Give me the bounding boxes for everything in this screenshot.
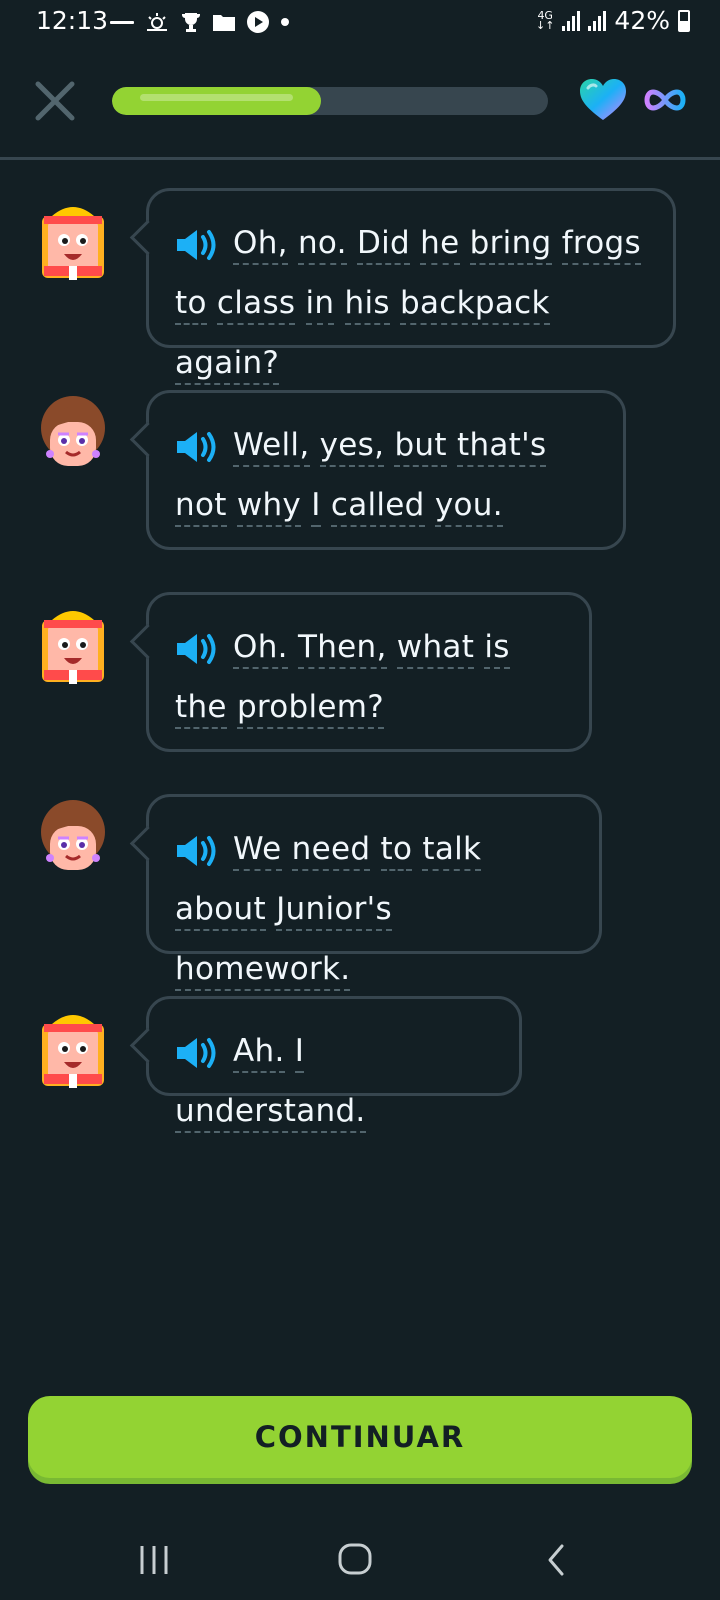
dialogue-word[interactable]: that's	[456, 427, 547, 467]
dialogue-word[interactable]: homework.	[175, 951, 351, 991]
dialogue-word[interactable]: not	[175, 487, 227, 527]
back-icon[interactable]	[538, 1540, 578, 1580]
bubble-text: We need to talk about Junior's homework.	[175, 819, 573, 999]
bubble-text: Oh. Then, what is the problem?	[175, 617, 563, 737]
dialogue-word[interactable]: the	[175, 689, 227, 729]
dialogue-word[interactable]: Oh.	[233, 629, 288, 669]
character-bea-avatar	[38, 394, 108, 474]
status-bar: 12:13 4G ↓↑ 42%	[0, 0, 720, 48]
progress-fill	[112, 87, 322, 115]
speaker-icon[interactable]	[175, 829, 219, 866]
speaker-icon[interactable]	[175, 223, 219, 260]
dialogue-word[interactable]: backpack	[400, 285, 550, 325]
speaker-icon[interactable]	[175, 425, 219, 462]
dialogue-word[interactable]: problem?	[236, 689, 385, 729]
recent-apps-icon[interactable]	[134, 1540, 174, 1580]
character-lin-avatar	[38, 1010, 108, 1090]
notification-app-icon	[110, 21, 134, 24]
dialogue-word[interactable]: frogs	[561, 225, 641, 265]
dialogue-word[interactable]: understand.	[175, 1093, 366, 1133]
bubble-text: Ah. I understand.	[175, 1021, 493, 1141]
character-bea-avatar	[38, 798, 108, 878]
dialogue-word[interactable]: again?	[175, 345, 280, 385]
dialogue-word[interactable]: what	[396, 629, 475, 669]
lesson-header	[0, 56, 720, 156]
dialogue-word[interactable]: Then,	[297, 629, 387, 669]
progress-shine	[140, 94, 294, 101]
dialogue-word[interactable]: no.	[297, 225, 347, 265]
heart-icon[interactable]	[578, 78, 628, 122]
dialogue-word[interactable]: Junior's	[276, 891, 392, 931]
dialogue-word[interactable]: Ah.	[233, 1033, 285, 1073]
character-lin-avatar	[38, 202, 108, 282]
speech-bubble: Ah. I understand.	[146, 996, 522, 1133]
dot-icon	[281, 18, 289, 26]
dialogue-word[interactable]: bring	[469, 225, 552, 265]
dialogue-word[interactable]: Did	[356, 225, 411, 265]
infinity-icon	[644, 89, 686, 111]
home-icon[interactable]	[336, 1540, 376, 1580]
speech-bubble: We need to talk about Junior's homework.	[146, 794, 602, 991]
speaker-icon[interactable]	[175, 1031, 219, 1068]
dialogue-word[interactable]: he	[420, 225, 460, 265]
character-lin-avatar	[38, 606, 108, 686]
play-icon	[247, 11, 269, 33]
folder-icon	[213, 15, 235, 31]
bubble-text: Oh, no. Did he bring frogs to class in h…	[175, 213, 647, 393]
dialogue-word[interactable]: about	[175, 891, 266, 931]
close-icon[interactable]	[30, 76, 80, 126]
header-divider	[0, 157, 720, 160]
trophy-icon	[182, 13, 200, 32]
dialogue-word[interactable]: you.	[434, 487, 503, 527]
notification-icons	[110, 10, 290, 34]
dialogue-word[interactable]: Well,	[233, 427, 310, 467]
dialogue-word[interactable]: to	[175, 285, 207, 325]
speech-bubble: Well, yes, but that's not why I called y…	[146, 390, 626, 550]
dialogue-word[interactable]: yes,	[319, 427, 385, 467]
battery-percent: 42%	[614, 6, 670, 35]
progress-bar	[112, 87, 548, 115]
dialogue-word[interactable]: class	[216, 285, 296, 325]
dialogue-word[interactable]: called	[330, 487, 425, 527]
system-nav-bar	[0, 1510, 720, 1600]
dialogue-word[interactable]: need	[291, 831, 371, 871]
speech-bubble: Oh. Then, what is the problem?	[146, 592, 592, 752]
speaker-icon[interactable]	[175, 627, 219, 664]
speech-bubble: Oh, no. Did he bring frogs to class in h…	[146, 188, 676, 385]
bubble-text: Well, yes, but that's not why I called y…	[175, 415, 597, 535]
weather-icon	[147, 13, 167, 31]
dialogue-word[interactable]: his	[344, 285, 390, 325]
dialogue-word[interactable]: but	[394, 427, 447, 467]
dialogue-word[interactable]: why	[236, 487, 302, 527]
battery-icon	[678, 9, 690, 32]
status-time: 12:13	[36, 6, 109, 35]
signal-icon	[562, 10, 581, 31]
dialogue-word[interactable]: is	[484, 629, 510, 669]
dialogue-word[interactable]: to	[380, 831, 413, 871]
dialogue-word[interactable]: talk	[422, 831, 482, 871]
dialogue-word[interactable]: I	[294, 1033, 305, 1073]
signal-icon-2	[588, 10, 607, 31]
dialogue-word[interactable]: We	[233, 831, 282, 871]
status-right: 4G ↓↑ 42%	[536, 6, 690, 35]
continue-button[interactable]: CONTINUAR	[28, 1396, 692, 1478]
dialogue-word[interactable]: I	[311, 487, 321, 527]
network-type: 4G ↓↑	[535, 8, 555, 32]
dialogue-word[interactable]: in	[305, 285, 335, 325]
dialogue-word[interactable]: Oh,	[233, 225, 288, 265]
